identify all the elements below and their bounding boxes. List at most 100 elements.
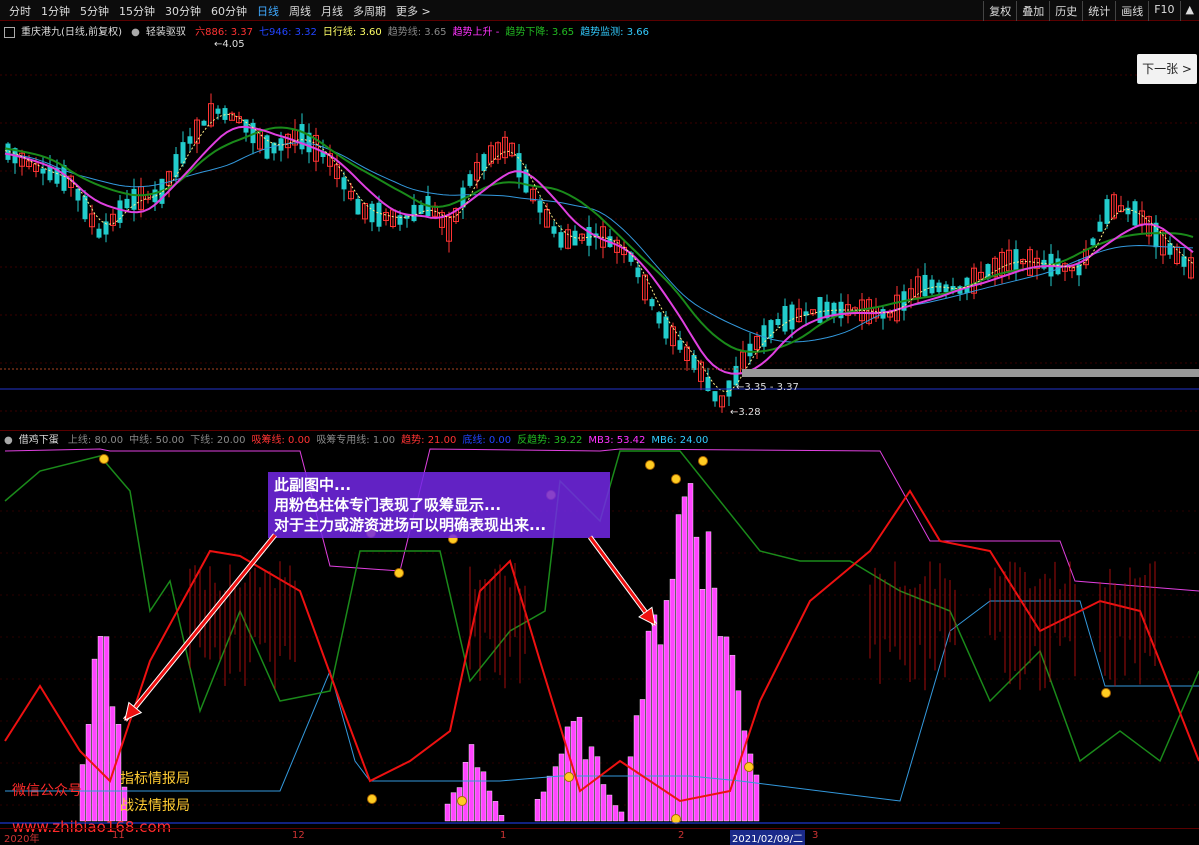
accumulation-bar [657,644,664,822]
accumulation-bar [534,798,541,822]
candle-body-down [481,154,487,171]
candle-body-down [1167,243,1173,255]
xaxis-label-3: 3 [812,830,819,841]
candle-body-down [656,312,662,324]
accumulation-bar [639,699,646,822]
tab-4[interactable]: 30分钟 [160,3,206,19]
candle-body-down [124,198,130,209]
toolbar-button-0[interactable]: 复权 [983,1,1016,21]
accumulation-bar [109,706,116,822]
accumulation-bar [753,774,760,822]
annotation-box: 此副图中... 用粉色柱体专门表现了吸筹显示... 对于主力或游资进场可以明确表… [268,472,610,538]
candle-body-down [397,215,403,225]
candle-body-down [635,267,641,278]
annotation-line-3: 对于主力或游资进场可以明确表现出来... [274,516,547,534]
candle-body-down [943,284,949,293]
candle-body-down [782,305,788,332]
candle-body-down [516,153,522,178]
candle-body-down [376,202,382,227]
candle-body-down [180,142,186,164]
signal-dot [1101,688,1111,698]
signal-dot [457,796,467,806]
accumulation-bar [594,756,601,822]
candle-body-down [467,174,473,186]
accumulation-bar [687,483,694,822]
annotation-line-1: 此副图中... [274,476,352,494]
tab-2[interactable]: 5分钟 [75,3,114,19]
candle-body-down [649,299,655,307]
accumulation-bar [582,759,589,822]
accumulation-bar [576,716,583,822]
tab-9[interactable]: 多周期 [348,3,391,19]
candle-body-down [355,198,361,215]
period-tabs: 分时 1分钟 5分钟 15分钟 30分钟 60分钟 日线 周线 月线 多周期 更多 > [4,3,436,19]
low-price-label: ←3.28 [730,407,761,418]
tab-7[interactable]: 周线 [284,3,316,19]
main-chart-panel: 重庆港九(日线,前复权) ● 轻装驱驭 六886: 3.37 七946: 3.32 日… [0,20,1199,430]
candle-body-down [117,200,123,223]
accumulation-bar [558,753,565,822]
candle-body-down [922,274,928,297]
accumulation-bar [651,614,658,822]
candle-body-down [215,108,221,114]
toolbar-button-2[interactable]: 历史 [1049,1,1082,21]
accumulation-bar [546,775,553,822]
accumulation-bar [675,514,682,822]
signal-dot [698,456,708,466]
tab-1[interactable]: 1分钟 [36,3,75,19]
candle-body-down [1104,199,1110,224]
candle-body-down [677,340,683,350]
candle-body-down [929,279,935,294]
accumulation-bar [729,654,736,822]
accumulation-bar [462,761,469,822]
toolbar-button-3[interactable]: 统计 [1082,1,1115,21]
candle-body-down [789,304,795,330]
signal-dot [744,762,754,772]
tab-8[interactable]: 月线 [316,3,348,19]
date-axis: 2020年 11 12 1 2 2021/02/09/二 3 [0,828,1199,845]
toolbar-button-4[interactable]: 画线 [1115,1,1148,21]
candle-body-down [1090,238,1096,246]
accumulation-bar [612,805,619,822]
watermark-name-1: 指标情报局 [120,771,190,787]
next-image-button[interactable]: 下一张 > [1137,54,1197,84]
candle-body-down [418,205,424,214]
accumulation-bar [468,744,475,822]
tab-0[interactable]: 分时 [4,3,36,19]
accumulation-bar [645,630,652,822]
main-candlestick-chart[interactable]: ←4.05 ←3.35 - 3.37 ←3.28 [0,20,1199,430]
candle-body-down [747,343,753,357]
period-toolbar: 分时 1分钟 5分钟 15分钟 30分钟 60分钟 日线 周线 月线 多周期 更多 > 复权 叠加 历史… [0,0,1199,21]
candle-body-down [187,136,193,144]
support-price-label: ←3.35 - 3.37 [736,382,799,393]
ma-blue-line [4,142,1194,343]
candle-body-down [1132,201,1138,226]
toolbar-button-6[interactable]: ▲ [1179,1,1199,21]
accumulation-bar [91,658,98,822]
tab-10[interactable]: 更多 > [391,3,436,19]
wechat-label: 微信公众号 [12,783,82,799]
signal-dot [645,460,655,470]
accumulation-bar [444,803,451,822]
accumulation-bar [699,589,706,822]
xaxis-cursor-date: 2021/02/09/二 [730,830,806,845]
accumulation-bar [663,600,670,822]
tab-6[interactable]: 日线 [252,3,284,19]
tab-5[interactable]: 60分钟 [206,3,252,19]
high-price-label: ←4.05 [214,39,245,50]
accumulation-bar [711,587,718,822]
toolbar-button-5[interactable]: F10 [1148,1,1179,21]
candle-body-down [1097,221,1103,232]
candle-body-down [82,195,88,220]
tab-3[interactable]: 15分钟 [114,3,160,19]
accumulation-bar [735,690,742,822]
toolbar-button-1[interactable]: 叠加 [1016,1,1049,21]
signal-dot [394,568,404,578]
watermark-name-2: 战法情报局 [120,798,190,814]
candle-body-down [40,168,46,174]
xaxis-label-1: 1 [500,830,507,841]
candle-body-down [369,203,375,223]
accumulation-bar [97,636,104,822]
candle-body-down [96,228,102,238]
annotation-line-2: 用粉色柱体专门表现了吸筹显示... [274,496,502,514]
